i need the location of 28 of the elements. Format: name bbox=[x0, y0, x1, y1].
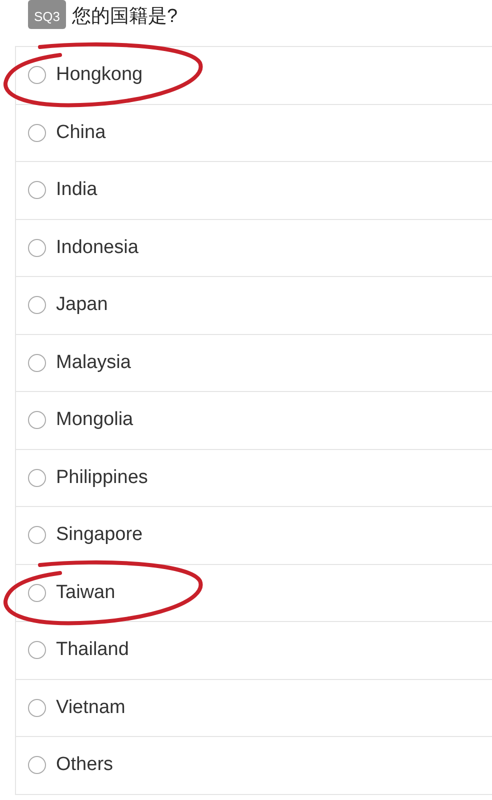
option-label: Vietnam bbox=[56, 696, 126, 719]
option-label: Japan bbox=[56, 294, 108, 316]
radio-button[interactable] bbox=[28, 296, 46, 314]
radio-button[interactable] bbox=[28, 584, 46, 602]
option-label: Hongkong bbox=[56, 64, 143, 86]
radio-button[interactable] bbox=[28, 181, 46, 200]
question-code-badge: SQ3 bbox=[28, 0, 66, 28]
radio-button[interactable] bbox=[28, 411, 46, 430]
option-label: Taiwan bbox=[56, 582, 116, 604]
radio-button[interactable] bbox=[28, 641, 46, 660]
question-text: 您的国籍是? bbox=[72, 5, 178, 29]
option-label: Others bbox=[56, 754, 114, 776]
option-label: China bbox=[56, 122, 106, 144]
option-label: Malaysia bbox=[56, 352, 131, 374]
option-label: Indonesia bbox=[56, 236, 138, 259]
radio-button[interactable] bbox=[28, 66, 46, 84]
radio-button[interactable] bbox=[28, 238, 46, 257]
radio-button[interactable] bbox=[28, 756, 46, 774]
radio-button[interactable] bbox=[28, 468, 46, 487]
radio-button[interactable] bbox=[28, 354, 46, 372]
option-label: Singapore bbox=[56, 524, 143, 546]
radio-button[interactable] bbox=[28, 526, 46, 544]
option-label: Thailand bbox=[56, 639, 129, 662]
radio-button[interactable] bbox=[28, 698, 46, 717]
option-label: Mongolia bbox=[56, 409, 134, 432]
option-label: Philippines bbox=[56, 466, 148, 489]
radio-button[interactable] bbox=[28, 124, 46, 142]
option-label: India bbox=[56, 179, 98, 202]
